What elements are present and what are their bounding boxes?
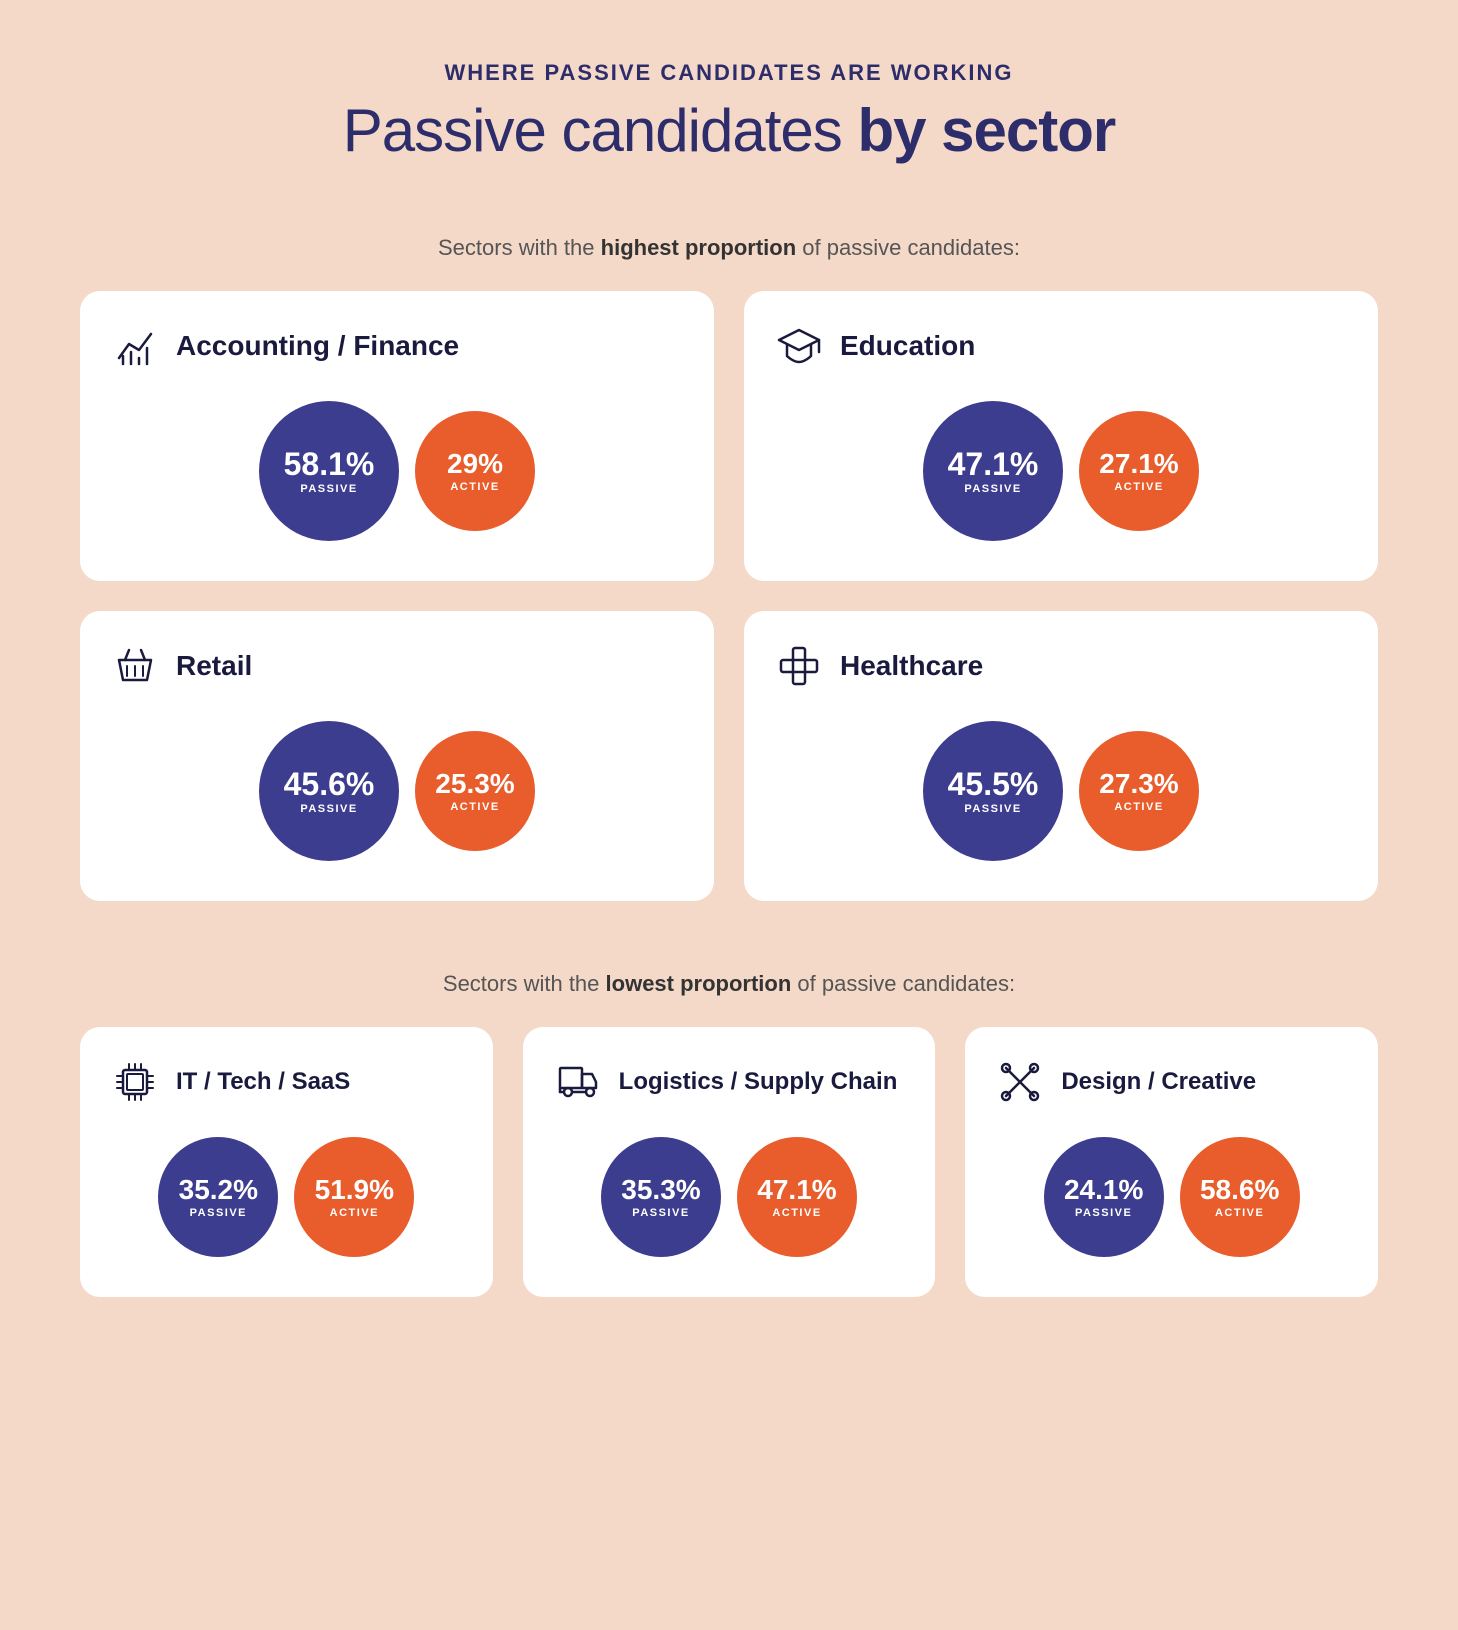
healthcare-passive-bubble: 45.5% PASSIVE bbox=[923, 721, 1063, 861]
accounting-active-bubble: 29% ACTIVE bbox=[415, 411, 535, 531]
it-tech-bubbles: 35.2% PASSIVE 51.9% ACTIVE bbox=[110, 1137, 463, 1257]
design-active-bubble: 58.6% ACTIVE bbox=[1180, 1137, 1300, 1257]
card-header-design: Design / Creative bbox=[995, 1057, 1348, 1107]
retail-title: Retail bbox=[176, 650, 252, 682]
design-bubbles: 24.1% PASSIVE 58.6% ACTIVE bbox=[995, 1137, 1348, 1257]
sector-card-education: Education 47.1% PASSIVE 27.1% ACTIVE bbox=[744, 291, 1378, 581]
design-passive-bubble: 24.1% PASSIVE bbox=[1044, 1137, 1164, 1257]
education-bubbles: 47.1% PASSIVE 27.1% ACTIVE bbox=[774, 401, 1348, 541]
sector-card-design: Design / Creative 24.1% PASSIVE 58.6% AC… bbox=[965, 1027, 1378, 1297]
lowest-sectors-grid: IT / Tech / SaaS 35.2% PASSIVE 51.9% ACT… bbox=[80, 1027, 1378, 1297]
design-title: Design / Creative bbox=[1061, 1068, 1256, 1097]
sector-card-accounting: Accounting / Finance 58.1% PASSIVE 29% A… bbox=[80, 291, 714, 581]
card-header-education: Education bbox=[774, 321, 1348, 371]
education-title: Education bbox=[840, 330, 975, 362]
lowest-section-label: Sectors with the lowest proportion of pa… bbox=[443, 971, 1015, 997]
logistics-passive-bubble: 35.3% PASSIVE bbox=[601, 1137, 721, 1257]
card-header-retail: Retail bbox=[110, 641, 684, 691]
logistics-bubbles: 35.3% PASSIVE 47.1% ACTIVE bbox=[553, 1137, 906, 1257]
accounting-bubbles: 58.1% PASSIVE 29% ACTIVE bbox=[110, 401, 684, 541]
card-header-logistics: Logistics / Supply Chain bbox=[553, 1057, 906, 1107]
card-header-it-tech: IT / Tech / SaaS bbox=[110, 1057, 463, 1107]
retail-bubbles: 45.6% PASSIVE 25.3% ACTIVE bbox=[110, 721, 684, 861]
retail-active-bubble: 25.3% ACTIVE bbox=[415, 731, 535, 851]
it-tech-passive-bubble: 35.2% PASSIVE bbox=[158, 1137, 278, 1257]
design-icon bbox=[995, 1057, 1045, 1107]
main-title: Passive candidates by sector bbox=[343, 96, 1115, 165]
healthcare-title: Healthcare bbox=[840, 650, 983, 682]
sector-card-retail: Retail 45.6% PASSIVE 25.3% ACTIVE bbox=[80, 611, 714, 901]
sector-card-logistics: Logistics / Supply Chain 35.3% PASSIVE 4… bbox=[523, 1027, 936, 1297]
healthcare-active-bubble: 27.3% ACTIVE bbox=[1079, 731, 1199, 851]
healthcare-bubbles: 45.5% PASSIVE 27.3% ACTIVE bbox=[774, 721, 1348, 861]
education-active-bubble: 27.1% ACTIVE bbox=[1079, 411, 1199, 531]
basket-icon bbox=[110, 641, 160, 691]
card-header-accounting: Accounting / Finance bbox=[110, 321, 684, 371]
card-header-healthcare: Healthcare bbox=[774, 641, 1348, 691]
it-tech-title: IT / Tech / SaaS bbox=[176, 1068, 350, 1097]
retail-passive-bubble: 45.6% PASSIVE bbox=[259, 721, 399, 861]
cross-icon bbox=[774, 641, 824, 691]
chip-icon bbox=[110, 1057, 160, 1107]
sector-card-it-tech: IT / Tech / SaaS 35.2% PASSIVE 51.9% ACT… bbox=[80, 1027, 493, 1297]
sector-card-healthcare: Healthcare 45.5% PASSIVE 27.3% ACTIVE bbox=[744, 611, 1378, 901]
education-passive-bubble: 47.1% PASSIVE bbox=[923, 401, 1063, 541]
it-tech-active-bubble: 51.9% ACTIVE bbox=[294, 1137, 414, 1257]
logistics-active-bubble: 47.1% ACTIVE bbox=[737, 1137, 857, 1257]
logistics-title: Logistics / Supply Chain bbox=[619, 1068, 898, 1097]
graduation-icon bbox=[774, 321, 824, 371]
highest-sectors-grid: Accounting / Finance 58.1% PASSIVE 29% A… bbox=[80, 291, 1378, 901]
page-header: WHERE PASSIVE CANDIDATES ARE WORKING Pas… bbox=[343, 60, 1115, 165]
accounting-title: Accounting / Finance bbox=[176, 330, 459, 362]
highest-section-label: Sectors with the highest proportion of p… bbox=[438, 235, 1020, 261]
logistics-icon bbox=[553, 1057, 603, 1107]
subtitle-tag: WHERE PASSIVE CANDIDATES ARE WORKING bbox=[343, 60, 1115, 86]
accounting-passive-bubble: 58.1% PASSIVE bbox=[259, 401, 399, 541]
chart-icon bbox=[110, 321, 160, 371]
